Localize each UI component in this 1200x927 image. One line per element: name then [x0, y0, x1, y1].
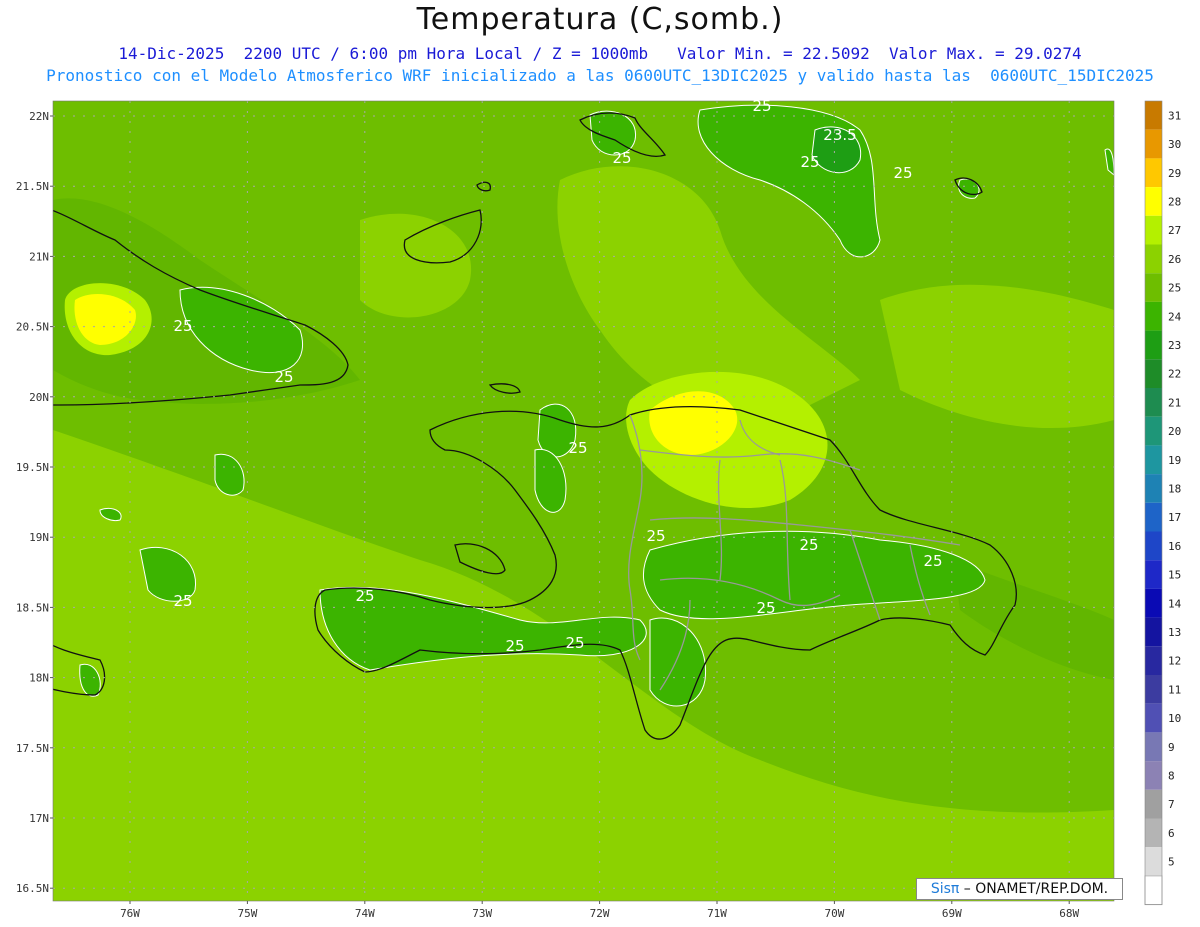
colorbar-swatch: [1145, 617, 1162, 647]
latitude-label: 21N: [29, 250, 49, 263]
temperature-field: [53, 101, 1114, 901]
colorbar-label: 6: [1168, 827, 1175, 840]
contour-label: 25: [505, 637, 524, 655]
contour-label: 25: [752, 97, 771, 115]
colorbar-label: 9: [1168, 741, 1175, 754]
colorbar-swatch: [1144, 875, 1163, 906]
colorbar-label: 29: [1168, 167, 1181, 180]
colorbar-label: 27: [1168, 224, 1181, 237]
colorbar-label: 24: [1168, 310, 1182, 323]
colorbar-swatch: [1145, 301, 1162, 331]
latitude-label: 17.5N: [16, 742, 49, 755]
latitude-label: 22N: [29, 110, 49, 123]
latitude-label: 20N: [29, 391, 49, 404]
longitude-label: 75W: [237, 907, 257, 920]
colorbar-swatch: [1145, 818, 1162, 848]
colorbar-swatch: [1145, 761, 1162, 790]
colorbar-swatch: [1145, 416, 1162, 446]
colorbar-label: 5: [1168, 856, 1175, 869]
longitude-label: 73W: [472, 907, 492, 920]
colorbar-swatch: [1145, 732, 1162, 762]
colorbar-label: 10: [1168, 712, 1181, 725]
colorbar-label: 17: [1168, 511, 1181, 524]
credit-brand: Sisπ: [930, 881, 960, 897]
contour-label: 25: [173, 592, 192, 610]
latitude-label: 21.5N: [16, 180, 49, 193]
longitude-label: 70W: [824, 907, 844, 920]
colorbar-label: 11: [1168, 683, 1181, 696]
colorbar-label: 18: [1168, 482, 1181, 495]
colorbar-swatch: [1145, 474, 1162, 503]
colorbar-swatch: [1145, 359, 1162, 388]
colorbar-label: 26: [1168, 253, 1181, 266]
colorbar-label: 8: [1168, 769, 1175, 782]
colorbar-swatch: [1145, 789, 1162, 819]
credit-box: Sisπ – ONAMET/REP.DOM.: [916, 878, 1123, 900]
contour-label: 25: [800, 153, 819, 171]
colorbar-swatch: [1145, 158, 1162, 188]
longitude-label: 71W: [707, 907, 727, 920]
colorbar-swatch: [1145, 588, 1162, 618]
contour-label: 23.5: [823, 126, 856, 144]
latitude-label: 20.5N: [16, 321, 49, 334]
latitude-label: 18.5N: [16, 601, 49, 614]
contour-label: 25: [893, 164, 912, 182]
colorbar-label: 14: [1168, 597, 1182, 610]
longitude-label: 74W: [355, 907, 375, 920]
temperature-colorbar: 31 30 29 28 27 26 25 24 23 22 21 20 19 18 17 16 15 14 13 12…: [1144, 100, 1182, 906]
latitude-label: 17N: [29, 812, 49, 825]
contour-label: 25: [923, 552, 942, 570]
longitude-label: 69W: [942, 907, 962, 920]
colorbar-label: 25: [1168, 282, 1181, 295]
colorbar-swatch: [1145, 531, 1162, 561]
colorbar-label: 15: [1168, 569, 1181, 582]
colorbar-swatch: [1145, 187, 1162, 216]
colorbar-swatch: [1145, 388, 1162, 417]
contour-label: 25: [173, 317, 192, 335]
colorbar-swatch: [1145, 703, 1162, 733]
longitude-label: 68W: [1059, 907, 1079, 920]
contour-label: 25: [756, 599, 775, 617]
colorbar-label: 19: [1168, 454, 1181, 467]
credit-text: – ONAMET/REP.DOM.: [959, 881, 1109, 897]
colorbar-label: 7: [1168, 798, 1175, 811]
latitude-label: 18N: [29, 672, 49, 685]
colorbar-label: 23: [1168, 339, 1181, 352]
colorbar-swatch: [1145, 129, 1162, 159]
contour-label: 25: [274, 368, 293, 386]
colorbar-label: 28: [1168, 195, 1181, 208]
latitude-label: 19N: [29, 531, 49, 544]
colorbar-label: 30: [1168, 138, 1181, 151]
colorbar-label: 31: [1168, 109, 1181, 122]
colorbar-swatch: [1145, 215, 1162, 245]
longitude-label: 72W: [590, 907, 610, 920]
contour-label: 25: [612, 149, 631, 167]
contour-label: 25: [568, 439, 587, 457]
temperature-map: 25 25 25 25 25 25 25 25 25 25 25 25 25 2…: [16, 97, 1182, 920]
contour-label: 25: [355, 587, 374, 605]
latitude-label: 19.5N: [16, 461, 49, 474]
colorbar-swatch: [1145, 244, 1162, 274]
colorbar-swatch: [1145, 502, 1162, 532]
colorbar-swatch: [1145, 330, 1162, 360]
latitude-label: 16.5N: [16, 882, 49, 895]
colorbar-swatch: [1145, 675, 1162, 704]
colorbar-label: 22: [1168, 368, 1181, 381]
colorbar-swatch: [1145, 101, 1162, 130]
contour-label: 25: [565, 634, 584, 652]
colorbar-swatch: [1145, 445, 1162, 475]
colorbar-label: 12: [1168, 655, 1181, 668]
colorbar-swatch: [1145, 646, 1162, 675]
colorbar-swatch: [1145, 560, 1162, 589]
longitude-label: 76W: [120, 907, 140, 920]
colorbar-label: 16: [1168, 540, 1181, 553]
colorbar-label: 13: [1168, 626, 1181, 639]
colorbar-label: 21: [1168, 396, 1181, 409]
colorbar-swatch: [1145, 273, 1162, 302]
colorbar-label: 20: [1168, 425, 1181, 438]
contour-label: 25: [799, 536, 818, 554]
colorbar-swatch: [1145, 847, 1162, 876]
contour-label: 25: [646, 527, 665, 545]
